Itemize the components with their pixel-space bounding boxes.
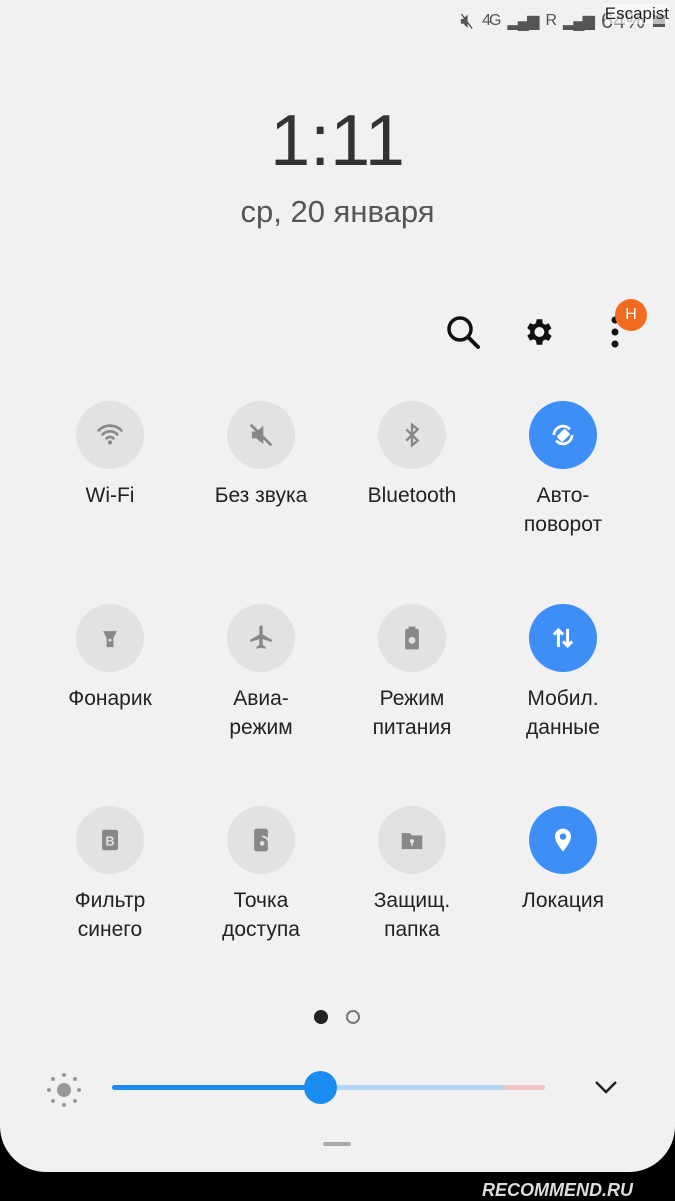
quick-settings-panel: 🔇︎ 4G ▂▄▆ R ▂▄▆ 64% Escapist 1:11 ср, 20…: [0, 0, 675, 1172]
location-icon: [555, 828, 571, 852]
drag-handle[interactable]: [323, 1142, 351, 1146]
clock: 1:11: [270, 101, 405, 181]
brightness-row: [0, 1070, 675, 1110]
gear-icon: [527, 319, 552, 345]
tile-toggle[interactable]: [529, 604, 597, 672]
tile-location[interactable]: Локация: [488, 806, 638, 915]
tile-toggle[interactable]: [529, 806, 597, 874]
battery-saver-icon: [405, 626, 419, 650]
slider-track-high: [503, 1085, 545, 1090]
tile-toggle[interactable]: B: [76, 806, 144, 874]
tile-battery-saver[interactable]: Режим питания: [337, 604, 487, 742]
network-type: 4G: [482, 12, 501, 29]
tile-airplane[interactable]: Авиа- режим: [186, 604, 336, 742]
hotspot-icon: [254, 828, 270, 852]
tile-toggle[interactable]: [76, 401, 144, 469]
slider-thumb[interactable]: [303, 1071, 337, 1104]
notification-badge: H: [615, 299, 647, 331]
autorotate-icon: [552, 424, 574, 446]
tile-label: Без звука: [214, 484, 308, 507]
tile-label: Точка доступа: [222, 889, 300, 941]
roaming-indicator: R: [545, 12, 556, 29]
tile-secure-folder[interactable]: Защищ. папка: [337, 806, 487, 944]
tile-label: Авиа- режим: [229, 687, 293, 739]
tile-mute[interactable]: Без звука: [186, 401, 336, 510]
tile-wifi[interactable]: Wi-Fi: [35, 401, 185, 510]
svg-text:B: B: [105, 835, 114, 849]
mute-icon: 🔇︎: [460, 8, 475, 33]
tile-hotspot[interactable]: Точка доступа: [186, 806, 336, 944]
watermark-user: Escapist: [604, 4, 669, 24]
tile-label: Wi-Fi: [85, 484, 135, 507]
watermark: RECOMMEND.RU: [482, 1180, 633, 1200]
signal-icon: ▂▄▆: [507, 13, 539, 30]
mute-icon: [249, 423, 273, 447]
tile-mobile-data[interactable]: Мобил. данные: [488, 604, 638, 742]
tile-toggle[interactable]: [227, 401, 295, 469]
wifi-icon: [97, 424, 123, 445]
page-dot[interactable]: [346, 1010, 360, 1024]
search-button[interactable]: [443, 312, 483, 352]
airplane-icon: [250, 625, 272, 649]
settings-button[interactable]: [518, 312, 558, 352]
mobile-data-icon: [552, 627, 574, 649]
tile-label: Мобил. данные: [526, 687, 600, 739]
page-dot-active[interactable]: [314, 1010, 328, 1024]
blue-light-filter-icon: B: [102, 829, 118, 851]
tile-toggle[interactable]: [529, 401, 597, 469]
tile-label: Защищ. папка: [373, 889, 451, 941]
flashlight-icon: [103, 631, 117, 648]
tile-label: Bluetooth: [367, 484, 457, 507]
bluetooth-icon: [405, 422, 420, 448]
tile-toggle[interactable]: [378, 401, 446, 469]
tile-label: Локация: [522, 889, 604, 912]
tile-bluetooth[interactable]: Bluetooth: [337, 401, 487, 510]
tile-blue-light-filter[interactable]: B Фильтр синего: [35, 806, 185, 944]
search-icon: [447, 316, 480, 349]
tile-label: Фильтр синего: [74, 889, 146, 941]
tile-toggle[interactable]: [378, 806, 446, 874]
tile-toggle[interactable]: [227, 604, 295, 672]
secure-folder-icon: [401, 833, 423, 850]
tile-toggle[interactable]: [378, 604, 446, 672]
date: ср, 20 января: [240, 194, 435, 229]
tile-toggle[interactable]: [227, 806, 295, 874]
tile-label: Авто- поворот: [523, 484, 603, 536]
page-indicator: [314, 1010, 360, 1024]
expand-chevron-down-icon[interactable]: [594, 1079, 618, 1095]
brightness-icon: [47, 1073, 81, 1107]
tile-autorotate[interactable]: Авто- поворот: [488, 401, 638, 539]
tile-label: Режим питания: [372, 687, 452, 739]
tile-flashlight[interactable]: Фонарик: [35, 604, 185, 713]
tile-toggle[interactable]: [76, 604, 144, 672]
signal-icon-2: ▂▄▆: [563, 13, 595, 30]
slider-fill: [112, 1085, 320, 1090]
tile-label: Фонарик: [68, 687, 152, 710]
